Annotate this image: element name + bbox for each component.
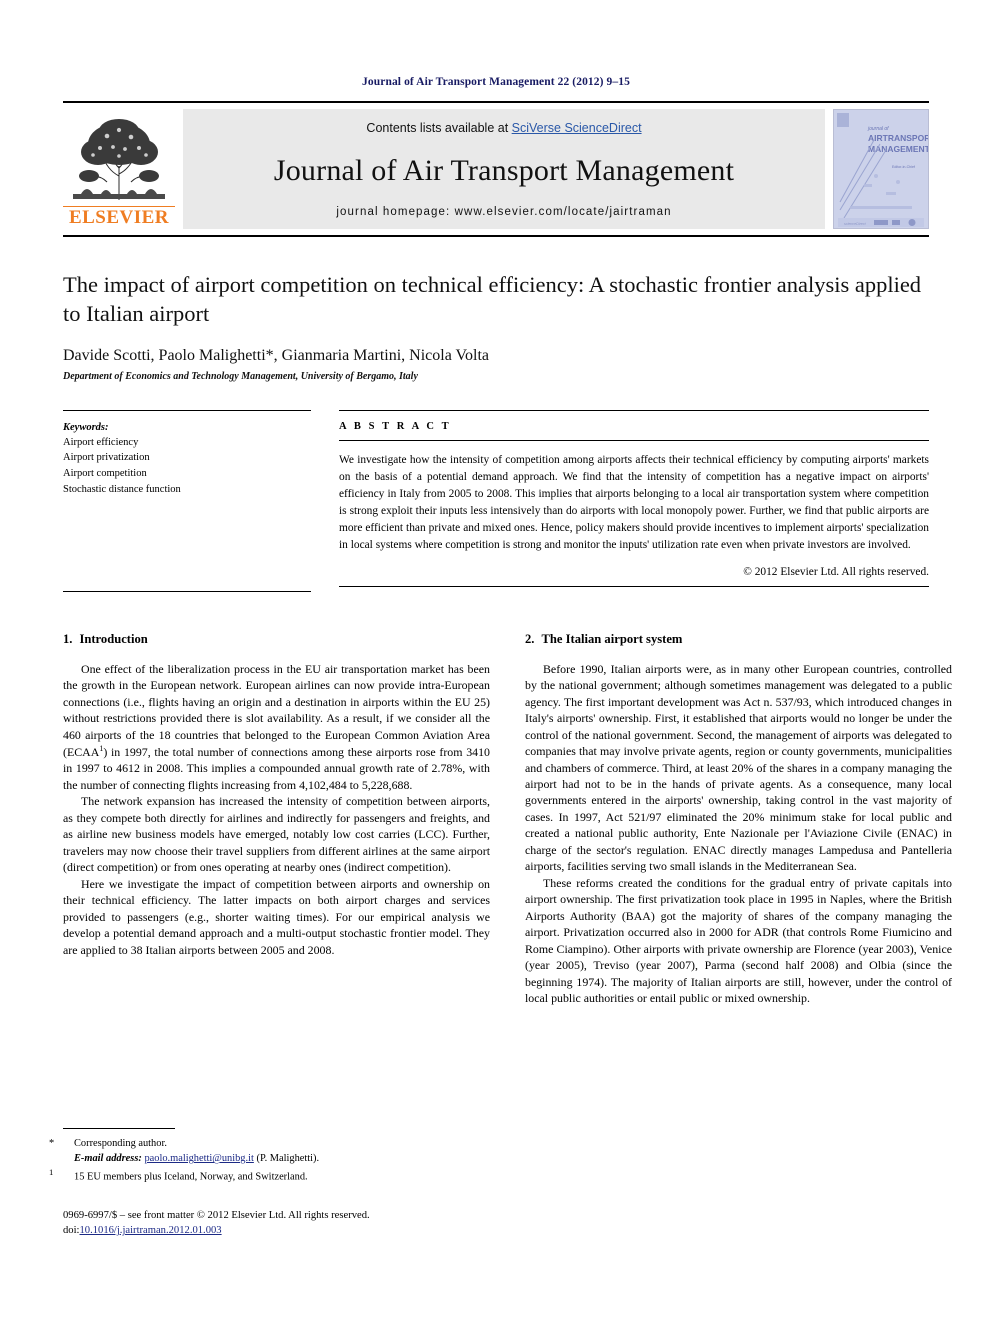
elsevier-logo: ELSEVIER: [63, 109, 175, 229]
page-title: The impact of airport competition on tec…: [63, 272, 922, 326]
section-number: 1.: [63, 631, 73, 646]
footnote-rule: [63, 1128, 175, 1129]
abstract-text: We investigate how the intensity of comp…: [339, 453, 929, 552]
journal-title: Journal of Air Transport Management: [273, 153, 735, 187]
paragraph: These reforms created the conditions for…: [525, 875, 952, 1006]
elsevier-wordmark: ELSEVIER: [63, 206, 175, 227]
author-list: Davide Scotti, Paolo Malighetti*, Gianma…: [63, 346, 489, 364]
contents-prefix: Contents lists available at: [366, 121, 512, 135]
article-info-area: Keywords: Airport efficiency Airport pri…: [63, 409, 929, 592]
imprint-front-matter: 0969-6997/$ – see front matter © 2012 El…: [63, 1210, 370, 1221]
keyword-item: Stochastic distance function: [63, 483, 181, 495]
imprint-block: 0969-6997/$ – see front matter © 2012 El…: [63, 1208, 523, 1239]
elsevier-tree-icon: [67, 114, 171, 206]
keyword-item: Airport privatization: [63, 452, 150, 464]
doi-link[interactable]: 10.1016/j.jairtraman.2012.01.003: [79, 1225, 221, 1236]
svg-text:scienceDirect: scienceDirect: [844, 222, 867, 226]
keyword-item: Airport efficiency: [63, 436, 139, 448]
email-label: E-mail address:: [74, 1153, 142, 1165]
journal-cover-thumbnail: journal of AIRTRANSPORT MANAGEMENT Edito…: [833, 109, 929, 229]
section-heading-introduction: 1. Introduction: [63, 632, 490, 647]
section-number: 2.: [525, 631, 535, 646]
footnote-email: E-mail address: paolo.malighetti@unibg.i…: [63, 1151, 490, 1166]
svg-text:AIRTRANSPORT: AIRTRANSPORT: [868, 133, 928, 143]
abstract-heading: A B S T R A C T: [339, 409, 929, 441]
abstract-copyright: © 2012 Elsevier Ltd. All rights reserved…: [743, 566, 929, 579]
footnote-note-1: 1 15 EU members plus Iceland, Norway, and…: [49, 1166, 490, 1185]
footnote-marker: *: [49, 1138, 55, 1149]
body-columns: 1. Introduction One effect of the liberal…: [63, 632, 952, 1007]
imprint-doi: doi:10.1016/j.jairtraman.2012.01.003: [63, 1223, 523, 1238]
journal-homepage[interactable]: journal homepage: www.elsevier.com/locat…: [336, 206, 671, 218]
section-title: The Italian airport system: [541, 631, 683, 646]
running-head: Journal of Air Transport Management 22 (…: [362, 76, 630, 88]
article-page: Journal of Air Transport Management 22 (…: [0, 0, 992, 1323]
contents-available-line: Contents lists available at SciVerse Sci…: [366, 121, 641, 135]
footnote-text: 15 EU members plus Iceland, Norway, and …: [74, 1171, 308, 1183]
footnote-number: 1: [49, 1167, 54, 1178]
email-link[interactable]: paolo.malighetti@unibg.it: [144, 1153, 253, 1164]
paragraph: The network expansion has increased the …: [63, 794, 490, 875]
affiliation: Department of Economics and Technology M…: [63, 370, 418, 382]
abstract-block: A B S T R A C T We investigate how the i…: [311, 409, 929, 592]
journal-masthead: ELSEVIER Contents lists available at Sci…: [63, 101, 929, 229]
paragraph: Here we investigate the impact of compet…: [63, 876, 490, 957]
column-right: 2. The Italian airport system Before 1990…: [525, 632, 952, 1007]
email-attribution: (P. Malighetti).: [256, 1153, 320, 1165]
section-heading-italian-airport-system: 2. The Italian airport system: [525, 632, 952, 647]
paragraph: Before 1990, Italian airports were, as i…: [525, 661, 952, 874]
title-block: The impact of airport competition on tec…: [63, 271, 929, 382]
svg-text:journal of: journal of: [867, 126, 889, 132]
svg-text:Editor-in-Chief: Editor-in-Chief: [892, 165, 915, 169]
section-title: Introduction: [79, 631, 148, 646]
footnote-corresponding-author: * Corresponding author.: [49, 1136, 490, 1151]
footnote-marker: 1: [49, 1166, 74, 1185]
keywords-block: Keywords: Airport efficiency Airport pri…: [63, 409, 311, 592]
paragraph: One effect of the liberalization process…: [63, 661, 490, 794]
column-left: 1. Introduction One effect of the liberal…: [63, 632, 490, 1007]
footnote-text: Corresponding author.: [74, 1138, 167, 1149]
doi-label: doi:: [63, 1225, 80, 1237]
keywords-heading: Keywords:: [63, 421, 109, 433]
paragraph-text-tail: ) in 1997, the total number of connectio…: [63, 744, 490, 792]
journal-band: Contents lists available at SciVerse Sci…: [183, 109, 825, 229]
keyword-item: Airport competition: [63, 468, 147, 480]
footnotes-block: * Corresponding author. E-mail address: p…: [49, 1128, 490, 1185]
masthead-bottom-rule: [63, 235, 929, 237]
sciencedirect-link[interactable]: SciVerse ScienceDirect: [512, 121, 642, 135]
